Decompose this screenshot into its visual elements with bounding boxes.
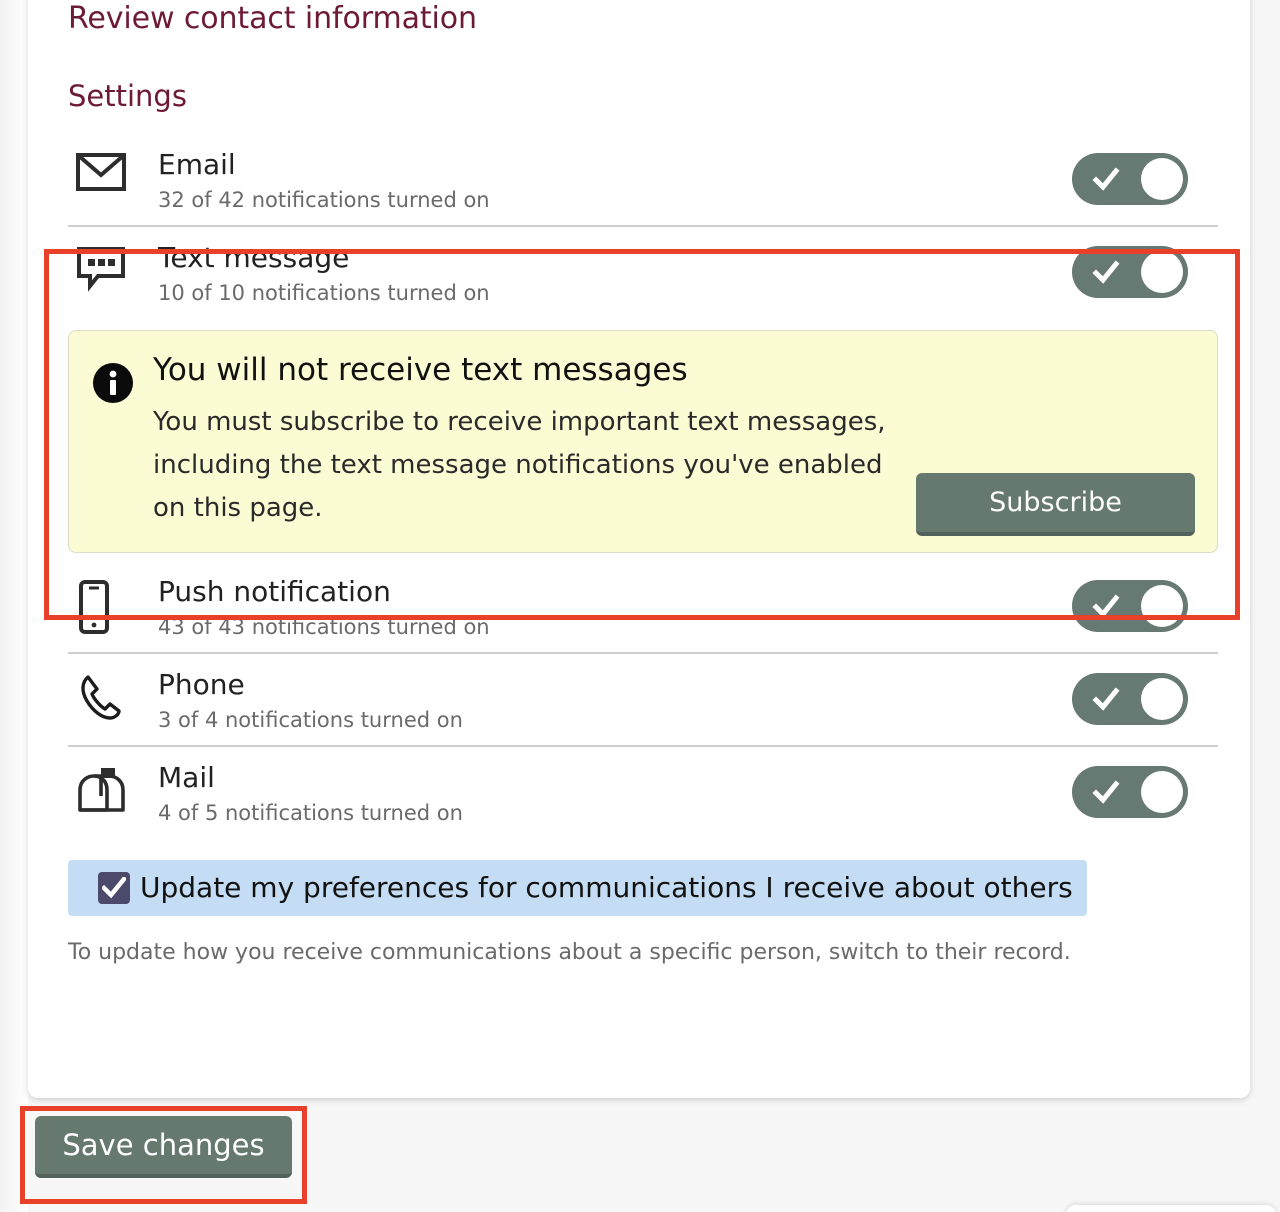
toggle-wrap-push-notification: [1072, 574, 1218, 632]
channel-list: Email 32 of 42 notifications turned on T…: [68, 134, 1218, 838]
mailbox-icon: [68, 760, 158, 816]
notification-settings-card: Review contact information Settings Emai…: [28, 0, 1250, 1098]
channel-label: Phone: [158, 668, 245, 701]
channel-text-email: Email 32 of 42 notifications turned on: [158, 147, 1072, 215]
mobile-phone-icon: [68, 574, 158, 636]
channel-text-push-notification: Push notification 43 of 43 notifications…: [158, 574, 1072, 642]
channel-text-phone: Phone 3 of 4 notifications turned on: [158, 667, 1072, 735]
channel-label: Mail: [158, 761, 215, 794]
channel-row-text-message: Text message 10 of 10 notifications turn…: [68, 225, 1218, 318]
toggle-wrap-phone: [1072, 667, 1218, 725]
settings-section-title: Settings: [68, 79, 187, 113]
channel-text-mail: Mail 4 of 5 notifications turned on: [158, 760, 1072, 828]
toggle-wrap-mail: [1072, 760, 1218, 818]
info-circle-icon: [91, 351, 147, 409]
notice-title: You will not receive text messages: [153, 352, 688, 388]
update-preferences-checkbox[interactable]: [98, 872, 130, 904]
channel-sub: 43 of 43 notifications turned on: [158, 615, 490, 639]
page-title: Review contact information: [68, 1, 477, 36]
toggle-knob: [1141, 158, 1183, 200]
channel-row-phone: Phone 3 of 4 notifications turned on: [68, 652, 1218, 745]
channel-label: Text message: [158, 241, 350, 274]
channel-label: Email: [158, 148, 236, 181]
chat-bubble-icon: [68, 240, 158, 292]
toggle-knob: [1141, 251, 1183, 293]
text-message-toggle[interactable]: [1072, 246, 1188, 298]
toggle-knob: [1141, 585, 1183, 627]
notice-text: You must subscribe to receive important …: [153, 407, 886, 523]
envelope-icon: [68, 147, 158, 191]
screen: Review contact information Settings Emai…: [0, 0, 1280, 1212]
channel-sub: 4 of 5 notifications turned on: [158, 801, 463, 825]
next-card-peek: [1066, 1205, 1276, 1212]
notice-body: You will not receive text messages You m…: [147, 351, 1195, 536]
subscribe-button[interactable]: Subscribe: [916, 473, 1195, 536]
push-notification-toggle[interactable]: [1072, 580, 1188, 632]
footer-note: To update how you receive communications…: [68, 940, 1071, 965]
channel-label: Push notification: [158, 575, 391, 608]
channel-row-email: Email 32 of 42 notifications turned on: [68, 134, 1218, 225]
save-changes-button[interactable]: Save changes: [35, 1116, 292, 1178]
phone-toggle[interactable]: [1072, 673, 1188, 725]
update-preferences-label: Update my preferences for communications…: [140, 871, 1073, 904]
text-message-subscribe-notice: You will not receive text messages You m…: [68, 330, 1218, 553]
page-left-gutter: [0, 0, 28, 1212]
mail-toggle[interactable]: [1072, 766, 1188, 818]
phone-handset-icon: [68, 667, 158, 725]
toggle-knob: [1141, 678, 1183, 720]
email-toggle[interactable]: [1072, 153, 1188, 205]
update-preferences-row[interactable]: Update my preferences for communications…: [68, 860, 1087, 916]
channel-sub: 10 of 10 notifications turned on: [158, 281, 490, 305]
save-button-wrap: Save changes: [35, 1116, 292, 1178]
toggle-knob: [1141, 771, 1183, 813]
toggle-wrap-email: [1072, 147, 1218, 205]
channel-row-mail: Mail 4 of 5 notifications turned on: [68, 745, 1218, 838]
channel-row-push-notification: Push notification 43 of 43 notifications…: [68, 561, 1218, 652]
channel-text-text-message: Text message 10 of 10 notifications turn…: [158, 240, 1072, 308]
channel-sub: 3 of 4 notifications turned on: [158, 708, 463, 732]
toggle-wrap-text-message: [1072, 240, 1218, 298]
channel-sub: 32 of 42 notifications turned on: [158, 188, 490, 212]
